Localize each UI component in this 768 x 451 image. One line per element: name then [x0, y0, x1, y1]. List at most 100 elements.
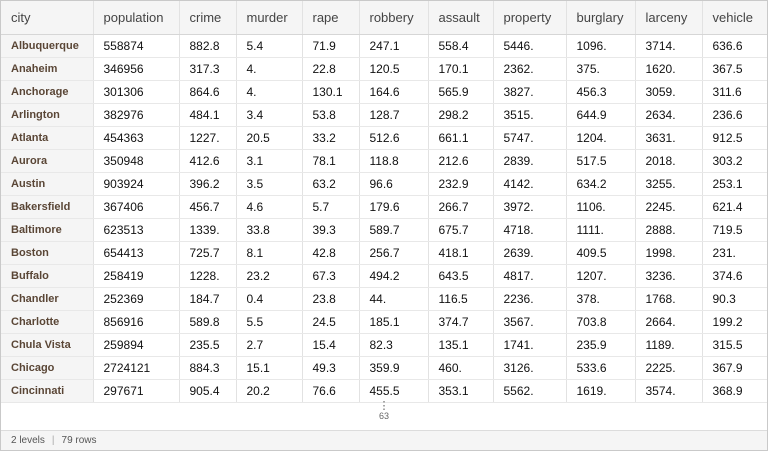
- cell-assault[interactable]: 266.7: [428, 195, 494, 219]
- cell-robbery[interactable]: 179.6: [359, 195, 429, 219]
- cell-murder[interactable]: 33.8: [236, 218, 303, 242]
- cell-burglary[interactable]: 517.5: [566, 149, 636, 173]
- cell-larceny[interactable]: 2225.: [635, 356, 703, 380]
- cell-assault[interactable]: 353.1: [428, 379, 494, 403]
- cell-population[interactable]: 382976: [93, 103, 180, 127]
- cell-burglary[interactable]: 703.8: [566, 310, 636, 334]
- cell-robbery[interactable]: 256.7: [359, 241, 429, 265]
- cell-larceny[interactable]: 1189.: [635, 333, 703, 357]
- row-key-cell[interactable]: Arlington: [1, 103, 94, 127]
- cell-vehicle[interactable]: 621.4: [702, 195, 767, 219]
- cell-vehicle[interactable]: 636.6: [702, 34, 767, 58]
- column-header-murder[interactable]: murder: [236, 1, 303, 35]
- cell-larceny[interactable]: 2888.: [635, 218, 703, 242]
- cell-vehicle[interactable]: 231.: [702, 241, 767, 265]
- cell-population[interactable]: 856916: [93, 310, 180, 334]
- cell-murder[interactable]: 3.5: [236, 172, 303, 196]
- column-header-city[interactable]: city: [1, 1, 94, 35]
- column-header-assault[interactable]: assault: [428, 1, 494, 35]
- cell-assault[interactable]: 298.2: [428, 103, 494, 127]
- cell-larceny[interactable]: 3631.: [635, 126, 703, 150]
- cell-crime[interactable]: 396.2: [179, 172, 237, 196]
- cell-larceny[interactable]: 2245.: [635, 195, 703, 219]
- cell-larceny[interactable]: 1768.: [635, 287, 703, 311]
- row-key-cell[interactable]: Atlanta: [1, 126, 94, 150]
- cell-rape[interactable]: 23.8: [302, 287, 360, 311]
- cell-robbery[interactable]: 96.6: [359, 172, 429, 196]
- cell-vehicle[interactable]: 367.9: [702, 356, 767, 380]
- cell-vehicle[interactable]: 374.6: [702, 264, 767, 288]
- cell-crime[interactable]: 184.7: [179, 287, 237, 311]
- cell-crime[interactable]: 905.4: [179, 379, 237, 403]
- cell-population[interactable]: 346956: [93, 57, 180, 81]
- cell-property[interactable]: 4718.: [493, 218, 567, 242]
- cell-assault[interactable]: 565.9: [428, 80, 494, 104]
- cell-murder[interactable]: 4.: [236, 57, 303, 81]
- cell-assault[interactable]: 232.9: [428, 172, 494, 196]
- cell-robbery[interactable]: 44.: [359, 287, 429, 311]
- cell-murder[interactable]: 5.5: [236, 310, 303, 334]
- cell-rape[interactable]: 33.2: [302, 126, 360, 150]
- cell-property[interactable]: 4817.: [493, 264, 567, 288]
- cell-robbery[interactable]: 128.7: [359, 103, 429, 127]
- cell-population[interactable]: 301306: [93, 80, 180, 104]
- cell-murder[interactable]: 0.4: [236, 287, 303, 311]
- row-key-cell[interactable]: Charlotte: [1, 310, 94, 334]
- cell-population[interactable]: 350948: [93, 149, 180, 173]
- cell-property[interactable]: 3972.: [493, 195, 567, 219]
- column-header-robbery[interactable]: robbery: [359, 1, 429, 35]
- cell-assault[interactable]: 170.1: [428, 57, 494, 81]
- cell-crime[interactable]: 412.6: [179, 149, 237, 173]
- row-key-cell[interactable]: Baltimore: [1, 218, 94, 242]
- cell-assault[interactable]: 116.5: [428, 287, 494, 311]
- column-header-population[interactable]: population: [93, 1, 180, 35]
- cell-murder[interactable]: 4.6: [236, 195, 303, 219]
- row-key-cell[interactable]: Austin: [1, 172, 94, 196]
- cell-larceny[interactable]: 3714.: [635, 34, 703, 58]
- cell-burglary[interactable]: 1207.: [566, 264, 636, 288]
- cell-robbery[interactable]: 512.6: [359, 126, 429, 150]
- cell-larceny[interactable]: 3255.: [635, 172, 703, 196]
- cell-vehicle[interactable]: 912.5: [702, 126, 767, 150]
- row-key-cell[interactable]: Anchorage: [1, 80, 94, 104]
- cell-larceny[interactable]: 2664.: [635, 310, 703, 334]
- cell-property[interactable]: 5747.: [493, 126, 567, 150]
- cell-rape[interactable]: 15.4: [302, 333, 360, 357]
- cell-vehicle[interactable]: 315.5: [702, 333, 767, 357]
- cell-assault[interactable]: 558.4: [428, 34, 494, 58]
- cell-vehicle[interactable]: 303.2: [702, 149, 767, 173]
- cell-population[interactable]: 654413: [93, 241, 180, 265]
- cell-robbery[interactable]: 118.8: [359, 149, 429, 173]
- cell-rape[interactable]: 5.7: [302, 195, 360, 219]
- cell-population[interactable]: 903924: [93, 172, 180, 196]
- row-key-cell[interactable]: Chandler: [1, 287, 94, 311]
- cell-rape[interactable]: 42.8: [302, 241, 360, 265]
- cell-burglary[interactable]: 1106.: [566, 195, 636, 219]
- column-header-burglary[interactable]: burglary: [566, 1, 636, 35]
- cell-burglary[interactable]: 1204.: [566, 126, 636, 150]
- cell-crime[interactable]: 882.8: [179, 34, 237, 58]
- column-header-property[interactable]: property: [493, 1, 567, 35]
- cell-vehicle[interactable]: 368.9: [702, 379, 767, 403]
- cell-rape[interactable]: 130.1: [302, 80, 360, 104]
- row-key-cell[interactable]: Chicago: [1, 356, 94, 380]
- cell-robbery[interactable]: 247.1: [359, 34, 429, 58]
- cell-murder[interactable]: 15.1: [236, 356, 303, 380]
- more-rows-indicator[interactable]: ⋮ 63: [1, 401, 767, 431]
- row-key-cell[interactable]: Aurora: [1, 149, 94, 173]
- cell-crime[interactable]: 864.6: [179, 80, 237, 104]
- cell-rape[interactable]: 24.5: [302, 310, 360, 334]
- cell-burglary[interactable]: 634.2: [566, 172, 636, 196]
- cell-property[interactable]: 2362.: [493, 57, 567, 81]
- cell-larceny[interactable]: 3059.: [635, 80, 703, 104]
- cell-burglary[interactable]: 235.9: [566, 333, 636, 357]
- cell-rape[interactable]: 78.1: [302, 149, 360, 173]
- cell-property[interactable]: 2639.: [493, 241, 567, 265]
- cell-robbery[interactable]: 455.5: [359, 379, 429, 403]
- cell-property[interactable]: 3827.: [493, 80, 567, 104]
- cell-property[interactable]: 2236.: [493, 287, 567, 311]
- cell-crime[interactable]: 235.5: [179, 333, 237, 357]
- cell-robbery[interactable]: 120.5: [359, 57, 429, 81]
- column-header-crime[interactable]: crime: [179, 1, 237, 35]
- cell-vehicle[interactable]: 253.1: [702, 172, 767, 196]
